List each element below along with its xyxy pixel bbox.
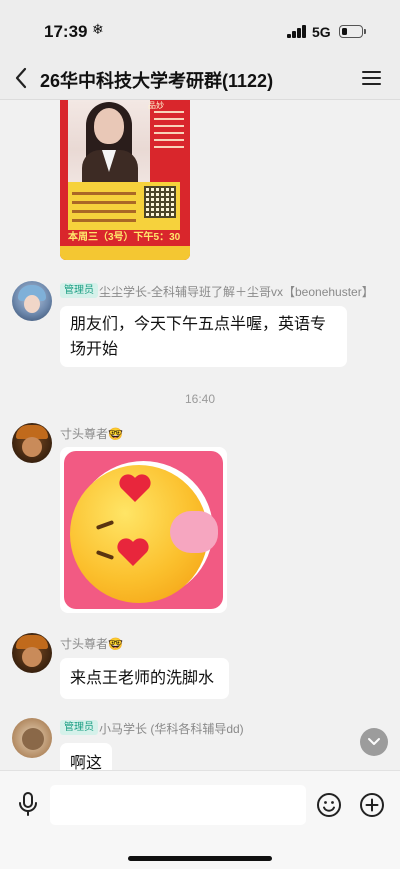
admin-badge: 管理员 [60,720,98,735]
signal-icon [287,25,307,38]
chat-title: 26华中科技大学考研群(1122) [40,71,274,91]
kiss-icon [170,511,218,553]
avatar[interactable] [12,423,52,463]
network-label: 5G [312,24,331,40]
menu-icon[interactable] [362,69,382,87]
message-input[interactable] [50,785,306,825]
chevron-down-icon [368,738,380,745]
sender-name[interactable]: 尘尘学长-全科辅导班了解＋尘哥vx【beonehuster】 [99,283,374,300]
back-icon[interactable] [14,67,28,89]
scroll-down-button[interactable] [360,728,388,756]
status-bar: 17:39 ❄ 5G [0,0,400,60]
message-bubble[interactable]: 啊这 [60,743,112,770]
input-bar [0,770,400,869]
time-divider: 16:40 [184,392,216,406]
add-icon[interactable] [359,792,385,818]
poster-photo [68,100,150,182]
poster-info-box [68,182,180,230]
message-bubble[interactable]: 来点王老师的洗脚水 [60,658,229,699]
sender-name[interactable]: 小马学长 (华科各科辅导dd) [99,720,244,737]
battery-icon [339,25,363,38]
avatar[interactable] [12,633,52,673]
home-indicator [128,856,272,861]
heart-eye-icon [119,474,151,502]
sender-name[interactable]: 寸头尊者🤓 [60,425,123,442]
sticker-image[interactable] [60,447,227,613]
poster-image[interactable]: 品妙 本周三（3号）下午5：30 [60,100,190,260]
admin-badge: 管理员 [60,283,98,298]
avatar[interactable] [12,281,52,321]
emoji-icon[interactable] [316,792,342,818]
qr-code [144,186,176,218]
status-time: 17:39 [44,22,88,41]
sync-icon: ❄ [92,21,104,37]
poster-bottom-bar [60,246,190,260]
chat-area[interactable]: 品妙 本周三（3号）下午5：30 管理员 尘尘学长-全科辅导班了解＋尘哥vx【b… [0,100,400,770]
poster-text-block [154,106,184,176]
sender-name[interactable]: 寸头尊者🤓 [60,635,123,652]
poster-date: 本周三（3号）下午5：30 [68,232,181,243]
battery-tip [364,29,366,34]
microphone-icon[interactable] [16,791,40,817]
title-bar: 26华中科技大学考研群(1122) [0,56,400,100]
avatar[interactable] [12,718,52,758]
message-bubble[interactable]: 朋友们，今天下午五点半喔，英语专场开始 [60,306,347,367]
heart-eye-icon [117,538,149,566]
